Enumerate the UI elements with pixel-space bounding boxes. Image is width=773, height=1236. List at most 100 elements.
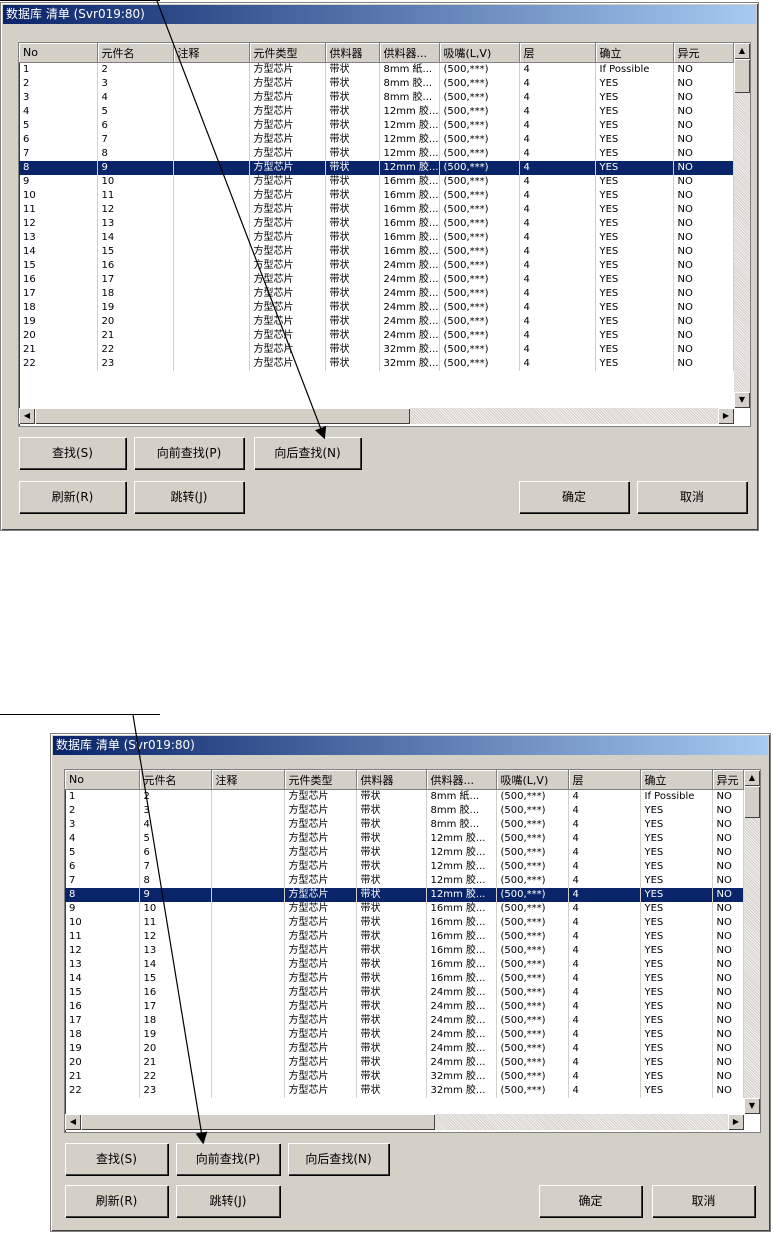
parts-list-view[interactable]: No 元件名 注释 元件类型 供料器 供料器... 吸嘴(L,V) 层确立 异元 1 2 方型芯片带… <box>18 42 751 427</box>
refresh-button[interactable]: 刷新(R) <box>65 1185 168 1217</box>
column-header-comment[interactable]: 注释 <box>211 770 285 790</box>
scroll-down-arrow-icon[interactable]: ▼ <box>744 1098 760 1114</box>
table-row[interactable]: 7 8 方型芯片 带状 12mm 胶... (500,***) 4 YES NO <box>19 147 734 161</box>
scroll-down-arrow-icon[interactable]: ▼ <box>734 392 750 408</box>
table-row[interactable]: 12 13 方型芯片 带状 16mm 胶... (500,***) 4 YES NO <box>19 217 734 231</box>
table-row[interactable]: 21 22 方型芯片 带状 32mm 胶... (500,***) 4 YES NO <box>65 1070 744 1084</box>
scroll-right-arrow-icon[interactable]: ▶ <box>718 408 734 424</box>
table-row[interactable]: 6 7 方型芯片 带状 12mm 胶... (500,***) 4 YES NO <box>65 860 744 874</box>
column-header-feeder[interactable]: 供料器 <box>356 770 427 790</box>
table-row[interactable]: 17 18 方型芯片 带状 24mm 胶... (500,***) 4 YES NO <box>65 1014 744 1028</box>
horizontal-scrollbar[interactable]: ◀ ▶ <box>19 408 734 424</box>
table-row[interactable]: 13 14 方型芯片 带状 16mm 胶... (500,***) 4 YES NO <box>65 958 744 972</box>
column-header-confirmed[interactable]: 确立 <box>640 770 713 790</box>
table-row[interactable]: 3 4 方型芯片 带状 8mm 胶... (500,***) 4 YES NO <box>19 91 734 105</box>
find-button[interactable]: 查找(S) <box>65 1143 168 1175</box>
table-row[interactable]: 10 11 方型芯片 带状 16mm 胶... (500,***) 4 YES NO <box>19 189 734 203</box>
column-header-feeder-detail[interactable]: 供料器... <box>426 770 497 790</box>
find-prev-button[interactable]: 向前查找(P) <box>176 1143 280 1175</box>
scroll-left-arrow-icon[interactable]: ◀ <box>19 408 35 424</box>
vertical-scrollbar[interactable]: ▲ ▼ <box>734 43 750 408</box>
table-row[interactable]: 14 15 方型芯片 带状 16mm 胶... (500,***) 4 YES NO <box>19 245 734 259</box>
find-prev-button[interactable]: 向前查找(P) <box>134 437 244 469</box>
column-header-nozzle[interactable]: 吸嘴(L,V) <box>439 43 520 63</box>
column-header-part-name[interactable]: 元件名 <box>97 43 174 63</box>
table-row[interactable]: 1 2 方型芯片 带状 8mm 紙... (500,***) 4 If Possible NO <box>19 62 734 77</box>
scroll-thumb[interactable] <box>744 786 760 818</box>
table-row[interactable]: 12 13 方型芯片 带状 16mm 胶... (500,***) 4 YES NO <box>65 944 744 958</box>
table-row[interactable]: 18 19 方型芯片 带状 24mm 胶... (500,***) 4 YES NO <box>19 301 734 315</box>
column-header-part-type[interactable]: 元件类型 <box>249 43 326 63</box>
table-row[interactable]: 13 14 方型芯片 带状 16mm 胶... (500,***) 4 YES NO <box>19 231 734 245</box>
table-row[interactable]: 11 12 方型芯片 带状 16mm 胶... (500,***) 4 YES NO <box>65 930 744 944</box>
scroll-up-arrow-icon[interactable]: ▲ <box>744 770 760 786</box>
table-cell: 2 <box>97 62 174 77</box>
column-header-layer[interactable]: 层 <box>568 770 641 790</box>
table-row[interactable]: 20 21 方型芯片 带状 24mm 胶... (500,***) 4 YES NO <box>19 329 734 343</box>
table-row[interactable]: 8 9 方型芯片 带状 12mm 胶... (500,***) 4 YES NO <box>19 161 734 175</box>
column-header-part-type[interactable]: 元件类型 <box>284 770 357 790</box>
table-row[interactable]: 9 10 方型芯片 带状 16mm 胶... (500,***) 4 YES NO <box>19 175 734 189</box>
table-row[interactable]: 10 11 方型芯片 带状 16mm 胶... (500,***) 4 YES NO <box>65 916 744 930</box>
table-row[interactable]: 21 22 方型芯片 带状 32mm 胶... (500,***) 4 YES NO <box>19 343 734 357</box>
table-row[interactable]: 22 23 方型芯片 带状 32mm 胶... (500,***) 4 YES NO <box>65 1084 744 1098</box>
column-header-comment[interactable]: 注释 <box>173 43 250 63</box>
jump-button[interactable]: 跳转(J) <box>176 1185 280 1217</box>
vertical-scrollbar[interactable]: ▲ ▼ <box>744 770 760 1114</box>
cancel-button[interactable]: 取消 <box>652 1185 755 1217</box>
table-row[interactable]: 6 7 方型芯片 带状 12mm 胶... (500,***) 4 YES NO <box>19 133 734 147</box>
table-row[interactable]: 16 17 方型芯片 带状 24mm 胶... (500,***) 4 YES NO <box>19 273 734 287</box>
table-row[interactable]: 1 2 方型芯片 带状 8mm 紙... (500,***) 4 If Possible NO <box>65 789 744 804</box>
table-cell: (500,***) <box>496 1084 569 1098</box>
find-next-button[interactable]: 向后查找(N) <box>288 1143 389 1175</box>
column-header-confirmed[interactable]: 确立 <box>595 43 674 63</box>
table-row[interactable]: 18 19 方型芯片 带状 24mm 胶... (500,***) 4 YES NO <box>65 1028 744 1042</box>
scroll-right-arrow-icon[interactable]: ▶ <box>728 1114 744 1130</box>
find-button[interactable]: 查找(S) <box>19 437 126 469</box>
scroll-thumb[interactable] <box>734 59 750 93</box>
table-row[interactable]: 5 6 方型芯片 带状 12mm 胶... (500,***) 4 YES NO <box>19 119 734 133</box>
column-header-feeder-detail[interactable]: 供料器... <box>379 43 440 63</box>
column-header-layer[interactable]: 层 <box>519 43 596 63</box>
jump-button[interactable]: 跳转(J) <box>134 481 244 513</box>
column-header-alt[interactable]: 异元 <box>712 770 744 790</box>
ok-button[interactable]: 确定 <box>519 481 629 513</box>
table-row[interactable]: 5 6 方型芯片 带状 12mm 胶... (500,***) 4 YES NO <box>65 846 744 860</box>
table-row[interactable]: 7 8 方型芯片 带状 12mm 胶... (500,***) 4 YES NO <box>65 874 744 888</box>
table-row[interactable]: 14 15 方型芯片 带状 16mm 胶... (500,***) 4 YES NO <box>65 972 744 986</box>
table-row[interactable]: 15 16 方型芯片 带状 24mm 胶... (500,***) 4 YES NO <box>65 986 744 1000</box>
cancel-button[interactable]: 取消 <box>637 481 747 513</box>
column-header-part-name[interactable]: 元件名 <box>139 770 212 790</box>
table-row[interactable]: 3 4 方型芯片 带状 8mm 胶... (500,***) 4 YES NO <box>65 818 744 832</box>
ok-button[interactable]: 确定 <box>539 1185 642 1217</box>
parts-list-view[interactable]: No 元件名 注释 元件类型 供料器 供料器... 吸嘴(L,V) 层确立 异元 1 2 方型芯片带… <box>64 769 761 1133</box>
column-header-no[interactable]: No <box>65 770 140 790</box>
table-row[interactable]: 9 10 方型芯片 带状 16mm 胶... (500,***) 4 YES NO <box>65 902 744 916</box>
table-row[interactable]: 15 16 方型芯片 带状 24mm 胶... (500,***) 4 YES NO <box>19 259 734 273</box>
table-row[interactable]: 2 3 方型芯片 带状 8mm 胶... (500,***) 4 YES NO <box>19 77 734 91</box>
table-cell: 24mm 胶... <box>426 986 497 1000</box>
hscroll-thumb[interactable] <box>81 1114 435 1130</box>
table-row[interactable]: 19 20 方型芯片 带状 24mm 胶... (500,***) 4 YES NO <box>65 1042 744 1056</box>
table-cell: 5 <box>139 832 212 846</box>
table-row[interactable]: 2 3 方型芯片 带状 8mm 胶... (500,***) 4 YES NO <box>65 804 744 818</box>
table-row[interactable]: 11 12 方型芯片 带状 16mm 胶... (500,***) 4 YES NO <box>19 203 734 217</box>
table-row[interactable]: 8 9 方型芯片 带状 12mm 胶... (500,***) 4 YES NO <box>65 888 744 902</box>
column-header-feeder[interactable]: 供料器 <box>325 43 380 63</box>
table-row[interactable]: 19 20 方型芯片 带状 24mm 胶... (500,***) 4 YES NO <box>19 315 734 329</box>
column-header-no[interactable]: No <box>19 43 98 63</box>
table-row[interactable]: 17 18 方型芯片 带状 24mm 胶... (500,***) 4 YES NO <box>19 287 734 301</box>
horizontal-scrollbar[interactable]: ◀ ▶ <box>65 1114 744 1130</box>
table-row[interactable]: 22 23 方型芯片 带状 32mm 胶... (500,***) 4 YES NO <box>19 357 734 371</box>
hscroll-thumb[interactable] <box>35 408 410 424</box>
refresh-button[interactable]: 刷新(R) <box>19 481 126 513</box>
table-row[interactable]: 4 5 方型芯片 带状 12mm 胶... (500,***) 4 YES NO <box>19 105 734 119</box>
table-row[interactable]: 16 17 方型芯片 带状 24mm 胶... (500,***) 4 YES NO <box>65 1000 744 1014</box>
column-header-nozzle[interactable]: 吸嘴(L,V) <box>496 770 569 790</box>
column-header-alt[interactable]: 异元 <box>673 43 734 63</box>
find-next-button[interactable]: 向后查找(N) <box>254 437 361 469</box>
table-row[interactable]: 4 5 方型芯片 带状 12mm 胶... (500,***) 4 YES NO <box>65 832 744 846</box>
scroll-up-arrow-icon[interactable]: ▲ <box>734 43 750 59</box>
table-row[interactable]: 20 21 方型芯片 带状 24mm 胶... (500,***) 4 YES NO <box>65 1056 744 1070</box>
scroll-left-arrow-icon[interactable]: ◀ <box>65 1114 81 1130</box>
